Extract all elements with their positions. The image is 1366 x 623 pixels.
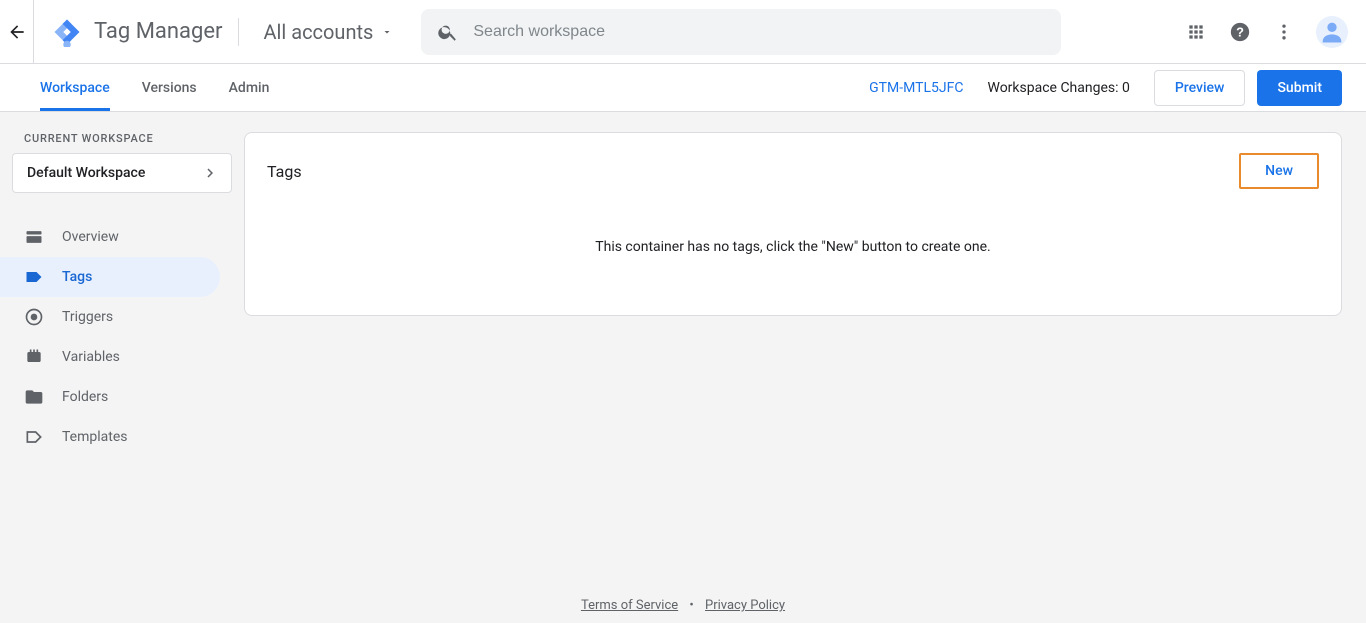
footer: Terms of Service • Privacy Policy	[0, 598, 1366, 613]
divider	[238, 18, 239, 46]
search-input[interactable]	[473, 23, 1045, 41]
container-id-link[interactable]: GTM-MTL5JFC	[869, 80, 963, 96]
terms-link[interactable]: Terms of Service	[581, 598, 678, 613]
card-title: Tags	[267, 162, 302, 181]
folder-icon	[24, 387, 44, 407]
workspace-changes-label: Workspace Changes: 0	[987, 80, 1129, 96]
accounts-dropdown[interactable]: All accounts	[255, 16, 401, 48]
product-name: Tag Manager	[94, 19, 222, 44]
accounts-label: All accounts	[263, 20, 373, 44]
svg-text:?: ?	[1236, 24, 1244, 39]
workspace-name: Default Workspace	[27, 165, 145, 181]
user-icon	[1318, 18, 1346, 46]
privacy-link[interactable]: Privacy Policy	[705, 598, 785, 613]
tag-icon	[24, 267, 44, 287]
variable-icon	[24, 347, 44, 367]
nav-triggers[interactable]: Triggers	[0, 297, 220, 337]
submit-button[interactable]: Submit	[1257, 70, 1342, 106]
overview-icon	[24, 227, 44, 247]
back-button[interactable]	[0, 0, 34, 64]
current-workspace-label: CURRENT WORKSPACE	[0, 132, 244, 145]
account-avatar[interactable]	[1316, 16, 1348, 48]
new-tag-button[interactable]: New	[1239, 153, 1319, 189]
tab-admin[interactable]: Admin	[213, 64, 286, 111]
help-icon: ?	[1229, 21, 1251, 43]
apps-button[interactable]	[1184, 20, 1208, 44]
tag-manager-logo-icon	[52, 17, 82, 47]
chevron-right-icon	[201, 164, 219, 182]
arrow-left-icon	[7, 22, 27, 42]
tags-card: Tags New This container has no tags, cli…	[244, 132, 1342, 316]
nav-folders[interactable]: Folders	[0, 377, 220, 417]
help-button[interactable]: ?	[1228, 20, 1252, 44]
nav-templates[interactable]: Templates	[0, 417, 220, 457]
preview-button[interactable]: Preview	[1154, 70, 1246, 106]
more-button[interactable]	[1272, 20, 1296, 44]
search-icon	[437, 21, 459, 43]
trigger-icon	[24, 307, 44, 327]
nav-overview[interactable]: Overview	[0, 217, 220, 257]
search-field[interactable]	[421, 9, 1061, 55]
nav-variables[interactable]: Variables	[0, 337, 220, 377]
caret-down-icon	[381, 26, 393, 38]
tab-workspace[interactable]: Workspace	[24, 64, 126, 111]
tab-versions[interactable]: Versions	[126, 64, 213, 111]
more-vert-icon	[1274, 22, 1294, 42]
template-icon	[24, 427, 44, 447]
apps-icon	[1186, 22, 1206, 42]
empty-tags-message: This container has no tags, click the "N…	[267, 239, 1319, 255]
workspace-selector[interactable]: Default Workspace	[12, 153, 232, 193]
nav-tags[interactable]: Tags	[0, 257, 220, 297]
